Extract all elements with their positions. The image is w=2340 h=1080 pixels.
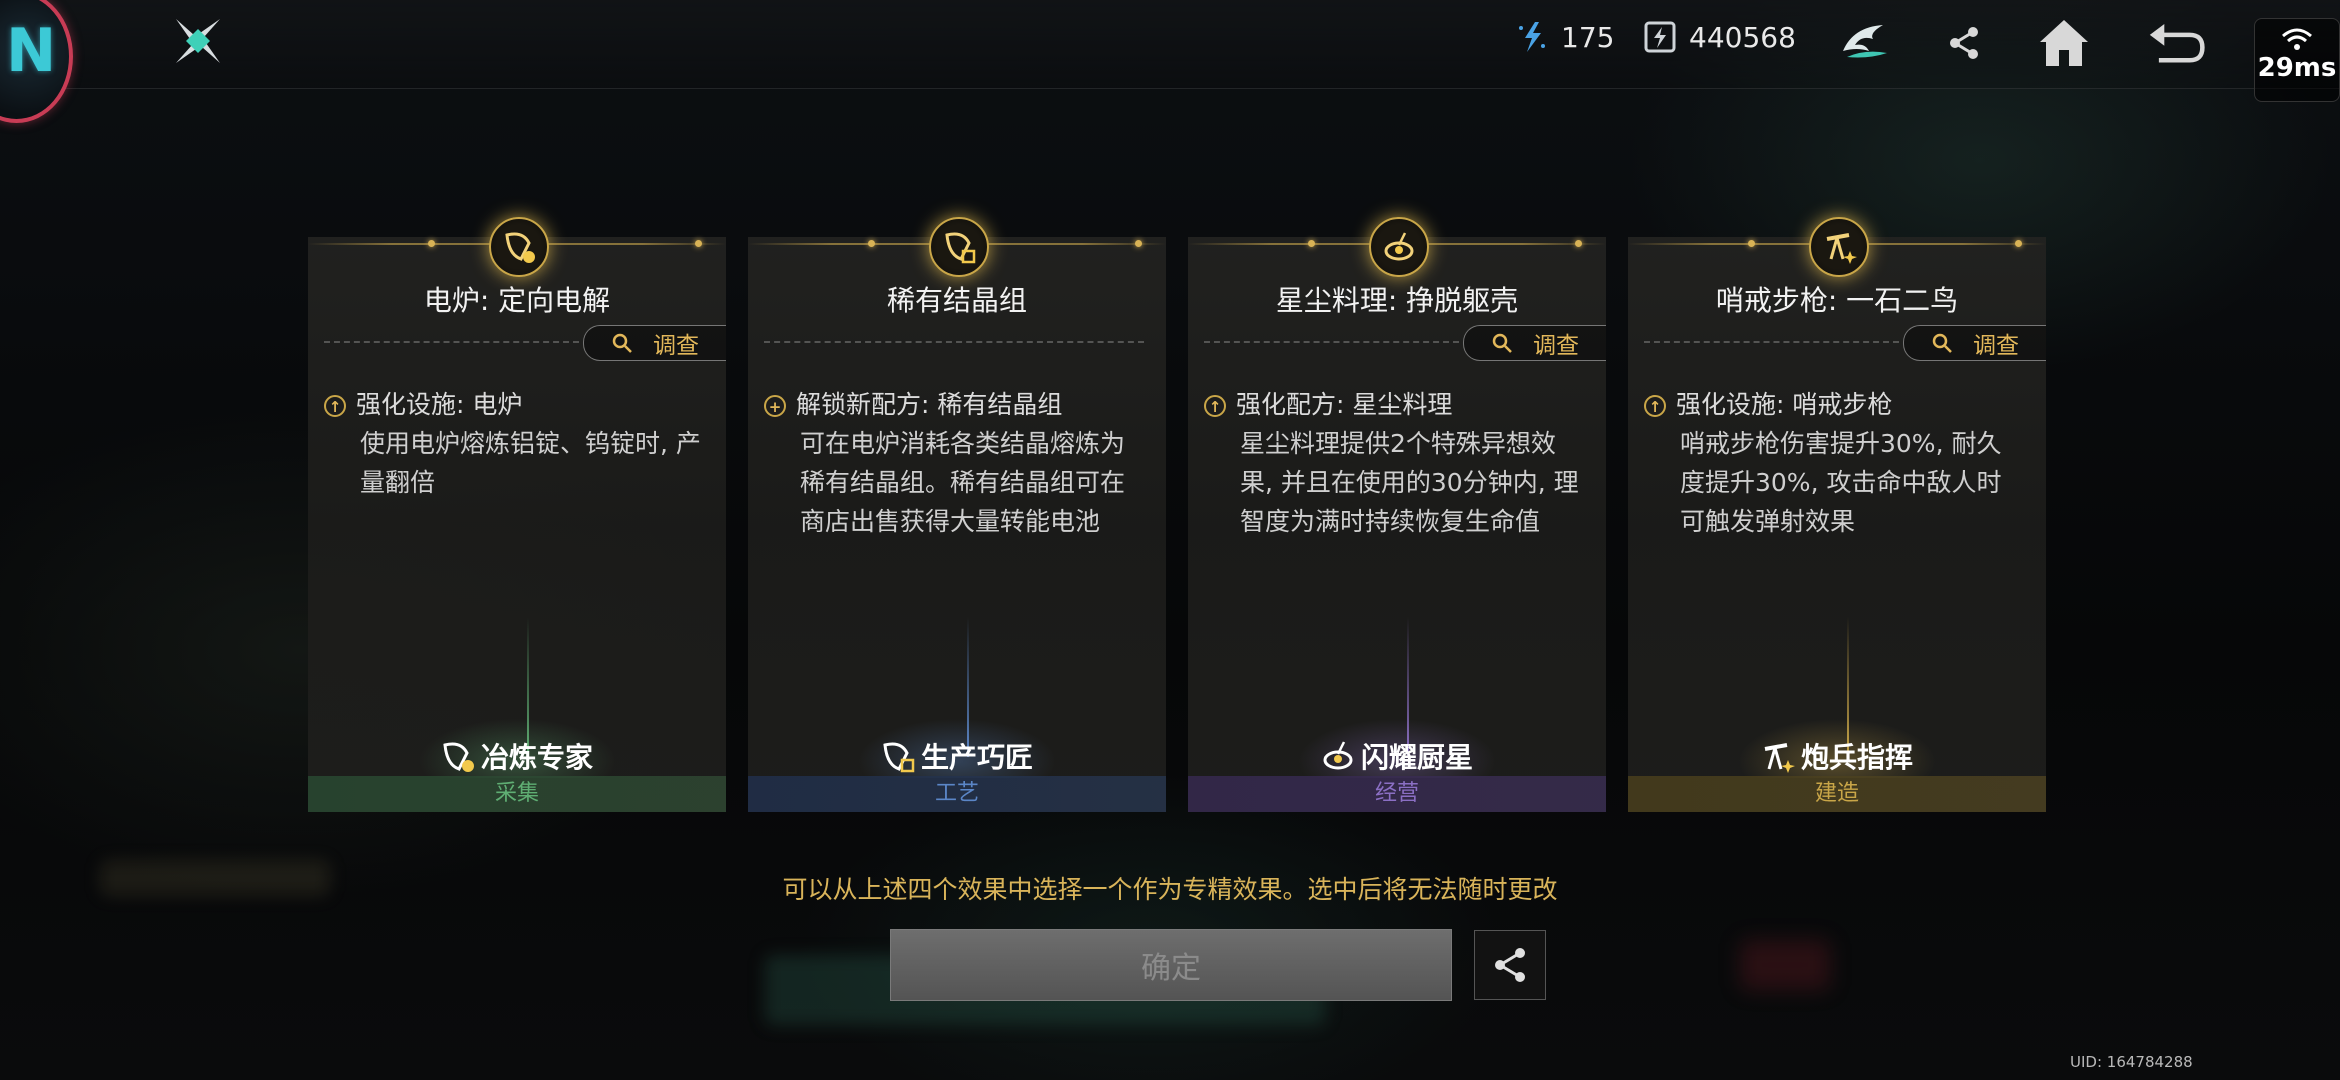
card-title: 电炉: 定向电解 (423, 284, 611, 317)
investigate-label: 调查 (1973, 333, 2019, 359)
card-divider (324, 341, 579, 343)
background-blurred-button (1740, 940, 1830, 990)
battery-icon (1644, 21, 1676, 53)
turret-medal-icon (1809, 217, 1869, 277)
back-button[interactable] (2148, 14, 2206, 72)
card-divider (764, 341, 1144, 343)
specialist-name: 炮兵指挥 (1800, 741, 1913, 774)
effect-card-cooking[interactable]: 星尘料理: 挣脱躯壳 调查 ↑ 强化配方: 星尘料理 星尘料理提供2个特殊异想效果… (1188, 217, 1606, 812)
wifi-icon (2282, 28, 2312, 50)
smelting-medal-icon (489, 217, 549, 277)
user-id: UID: 164784288 (2070, 1053, 2193, 1071)
card-line-dot (1135, 240, 1142, 247)
category-label: 建造 (1814, 781, 1859, 806)
effect-head: 解锁新配方: 稀有结晶组 (796, 390, 1063, 419)
back-arrow-icon (2149, 23, 2205, 63)
bird-emblem-icon (1843, 25, 1887, 58)
top-bar: N 175 440568 29ms (0, 0, 2340, 123)
investigate-button[interactable]: 调查 (1903, 325, 2046, 361)
magnifier-icon (612, 333, 632, 353)
resource-battery-value: 440568 (1689, 20, 1796, 54)
cooking-medal-icon (1369, 217, 1429, 277)
smelter-icon (443, 742, 474, 772)
upgrade-arrow-icon: ↑ (1204, 395, 1226, 417)
specialist-name: 闪耀厨星 (1360, 741, 1473, 774)
craftsman-icon (883, 742, 915, 773)
resource-battery: 440568 (1643, 20, 1796, 54)
magnifier-icon (1932, 333, 1952, 353)
category-footer: 建造 (1628, 776, 2046, 812)
investigate-label: 调查 (653, 333, 699, 359)
network-status: 29ms (2254, 18, 2340, 102)
card-title: 哨戒步枪: 一石二鸟 (1715, 284, 1959, 317)
category-label: 经营 (1374, 781, 1419, 806)
card-title: 星尘料理: 挣脱躯壳 (1275, 284, 1519, 317)
unlock-plus-icon: + (764, 395, 786, 417)
effect-body: 哨戒步枪伤害提升30%, 耐久度提升30%, 攻击命中敌人时可触发弹射效果 (1680, 429, 2002, 536)
effect-head: 强化设施: 电炉 (356, 390, 523, 419)
effect-body: 使用电炉熔炼铝锭、钨锭时, 产量翻倍 (360, 429, 701, 497)
card-line-dot (695, 240, 702, 247)
effect-description: ↑ 强化设施: 电炉 使用电炉熔炼铝锭、钨锭时, 产量翻倍 (324, 385, 706, 502)
upgrade-arrow-icon: ↑ (1644, 395, 1666, 417)
share-button[interactable] (1474, 930, 1546, 1000)
resource-crystal: 175 (1515, 20, 1614, 54)
home-button[interactable] (2035, 14, 2093, 72)
card-line-dot (1575, 240, 1582, 247)
effect-body: 可在电炉消耗各类结晶熔炼为稀有结晶组。稀有结晶组可在商店出售获得大量转能电池 (800, 429, 1126, 536)
shuriken-menu-icon[interactable] (172, 15, 224, 67)
card-divider (1204, 341, 1459, 343)
confirm-button[interactable]: 确定 (890, 929, 1452, 1001)
share-icon (1495, 948, 1525, 982)
effect-description: ↑ 强化设施: 哨戒步枪 哨戒步枪伤害提升30%, 耐久度提升30%, 攻击命中敌… (1644, 385, 2026, 541)
logo-mark-icon: N (6, 16, 57, 86)
card-line-dot (2015, 240, 2022, 247)
specialist-label: 闪耀厨星 (1188, 736, 1606, 776)
energy-crystal-icon (1519, 22, 1545, 52)
home-icon (2040, 20, 2088, 66)
upgrade-arrow-icon: ↑ (324, 395, 346, 417)
card-line-dot (1308, 240, 1315, 247)
artillery-icon (1764, 743, 1795, 773)
card-line-dot (868, 240, 875, 247)
magnifier-icon (1492, 333, 1512, 353)
specialist-label: 冶炼专家 (308, 736, 726, 776)
category-footer: 采集 (308, 776, 726, 812)
category-footer: 经营 (1188, 776, 1606, 812)
specialist-label: 生产巧匠 (748, 736, 1166, 776)
share-icon (1950, 27, 1978, 59)
effect-body: 星尘料理提供2个特殊异想效果, 并且在使用的30分钟内, 理智度为满时持续恢复生… (1240, 429, 1579, 536)
card-divider (1644, 341, 1899, 343)
specialist-name: 生产巧匠 (920, 741, 1033, 774)
ping-value: 29ms (2257, 53, 2337, 83)
card-line-dot (428, 240, 435, 247)
resource-crystal-value: 175 (1561, 20, 1615, 54)
investigate-button[interactable]: 调查 (583, 325, 726, 361)
investigate-label: 调查 (1533, 333, 1579, 359)
card-line-dot (1748, 240, 1755, 247)
effect-description: + 解锁新配方: 稀有结晶组 可在电炉消耗各类结晶熔炼为稀有结晶组。稀有结晶组可在… (764, 385, 1146, 541)
effect-description: ↑ 强化配方: 星尘料理 星尘料理提供2个特殊异想效果, 并且在使用的30分钟内,… (1204, 385, 1586, 541)
card-title: 稀有结晶组 (886, 284, 1027, 317)
effect-card-crafting[interactable]: 稀有结晶组 + 解锁新配方: 稀有结晶组 可在电炉消耗各类结晶熔炼为稀有结晶组。稀… (748, 217, 1166, 812)
category-footer: 工艺 (748, 776, 1166, 812)
specialist-name: 冶炼专家 (480, 741, 593, 774)
effect-card-smelting[interactable]: 电炉: 定向电解 调查 ↑ 强化设施: 电炉 使用电炉熔炼铝锭、钨锭时, 产量翻倍… (308, 217, 726, 812)
investigate-button[interactable]: 调查 (1463, 325, 1606, 361)
crafting-medal-icon (929, 217, 989, 277)
category-label: 工艺 (934, 781, 979, 806)
effect-head: 强化设施: 哨戒步枪 (1676, 390, 1893, 419)
specialist-label: 炮兵指挥 (1628, 736, 2046, 776)
share-top-button[interactable] (1935, 14, 1993, 72)
selection-hint: 可以从上述四个效果中选择一个作为专精效果。选中后将无法随时更改 (782, 875, 1558, 904)
effect-head: 强化配方: 星尘料理 (1236, 390, 1453, 419)
effect-card-building[interactable]: 哨戒步枪: 一石二鸟 调查 ↑ 强化设施: 哨戒步枪 哨戒步枪伤害提升30%, 耐… (1628, 217, 2046, 812)
category-label: 采集 (494, 781, 539, 806)
chef-plate-icon (1323, 741, 1353, 770)
squad-emblem-button[interactable] (1836, 14, 1894, 72)
